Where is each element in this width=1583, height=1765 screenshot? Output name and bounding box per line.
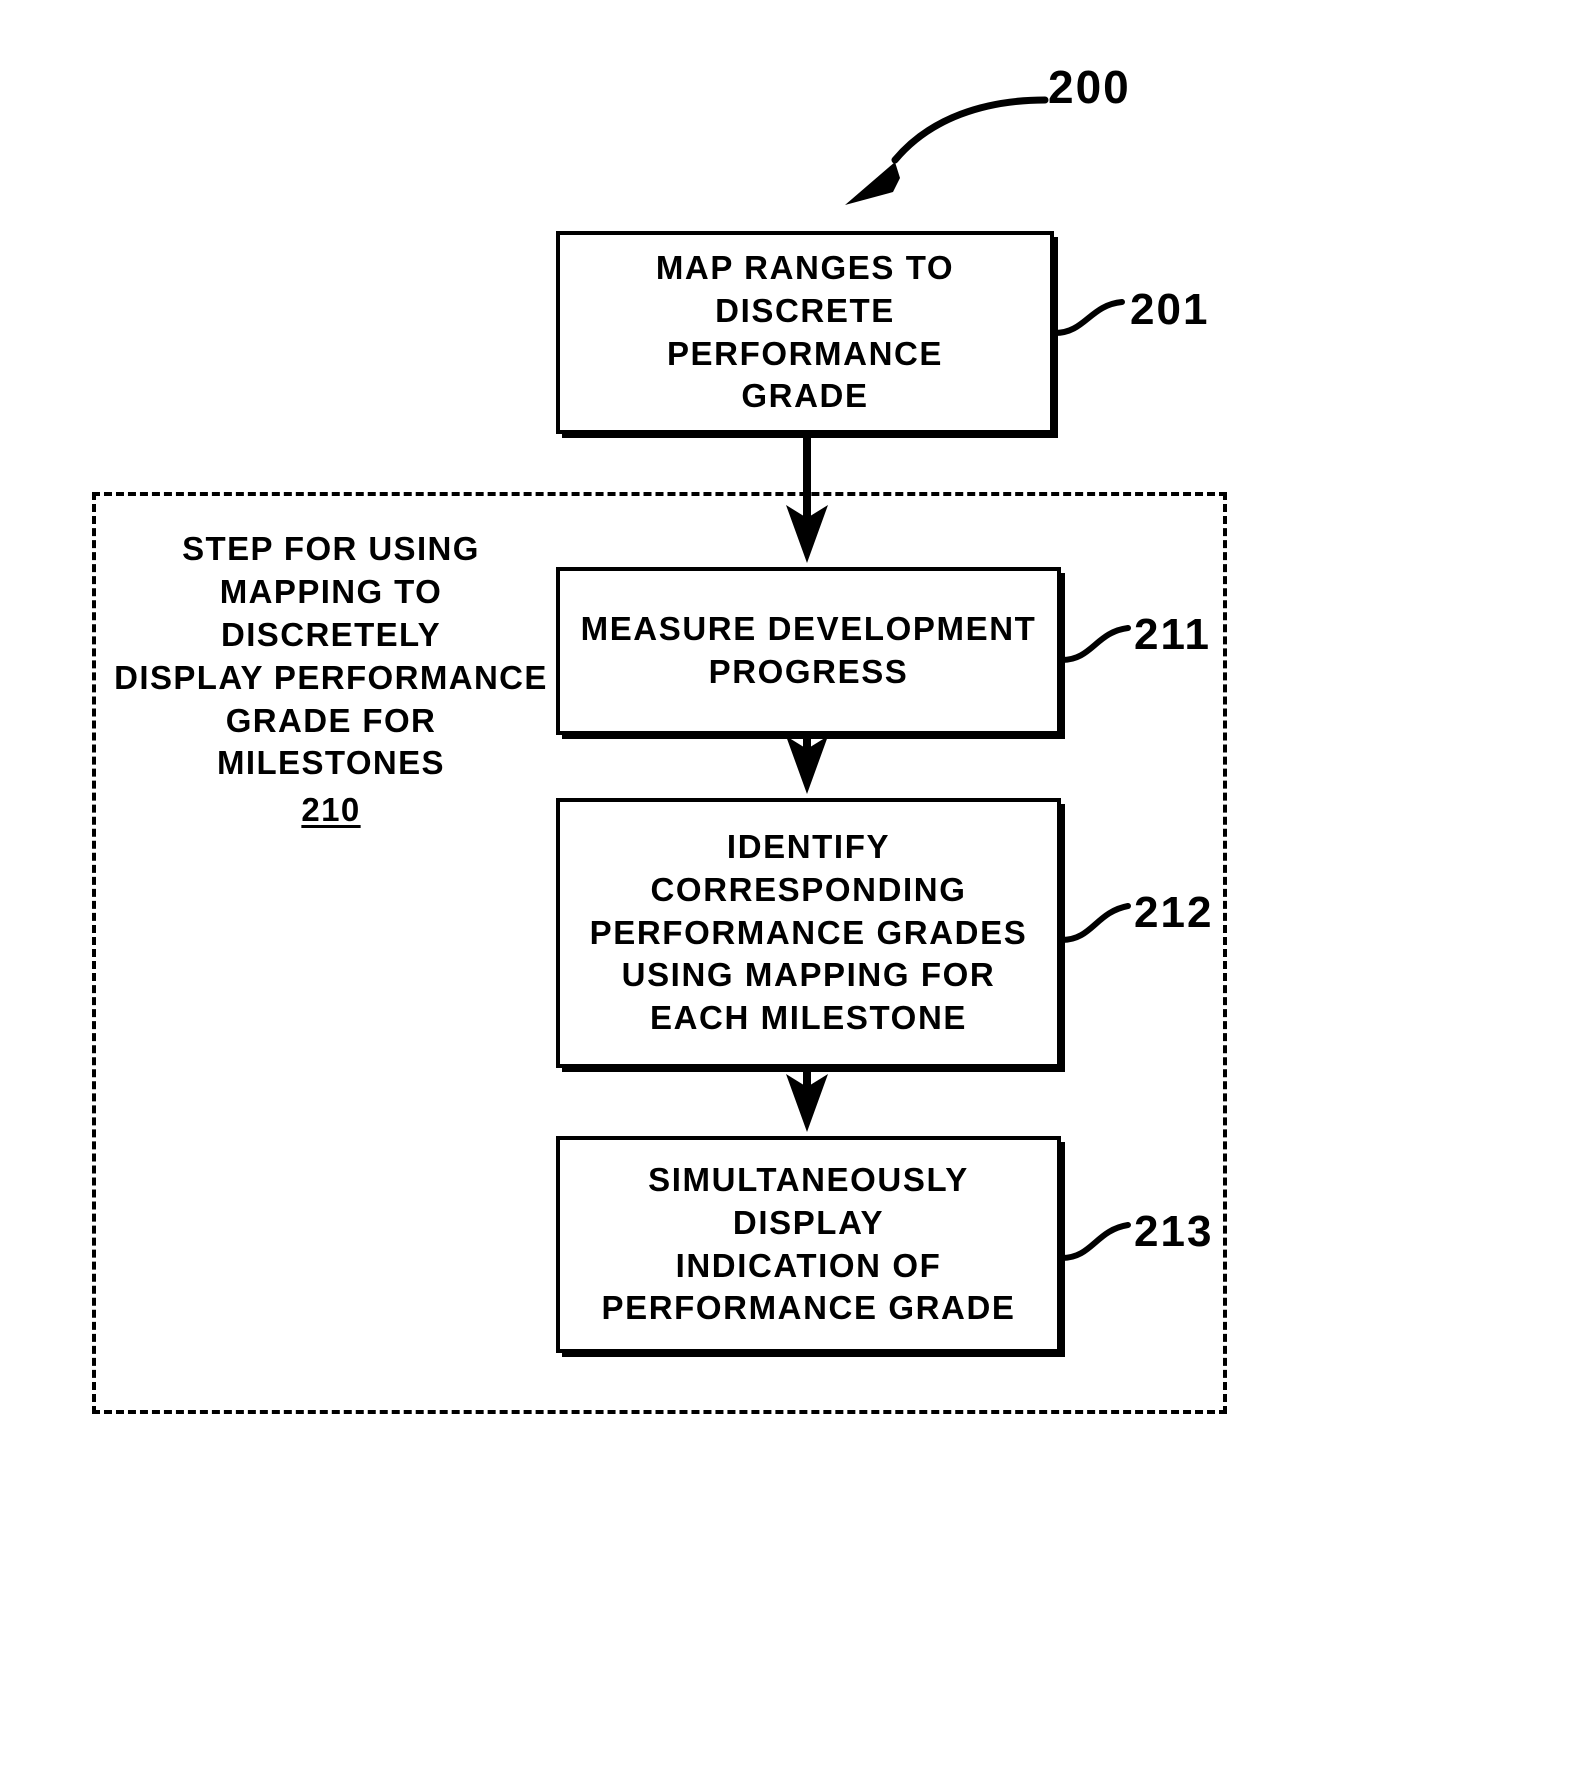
step-group-label: STEP FOR USING MAPPING TO DISCRETELY DIS… bbox=[110, 528, 552, 832]
process-box-201-label: MAP RANGES TO DISCRETE PERFORMANCE GRADE bbox=[655, 248, 955, 415]
ref-leader-201-icon bbox=[1052, 299, 1125, 336]
figure-canvas: 200 STEP FOR USING MAPPING TO DISCRETELY… bbox=[0, 0, 1583, 1765]
process-box-201[interactable]: MAP RANGES TO DISCRETE PERFORMANCE GRADE bbox=[556, 231, 1054, 434]
figure-leader-arrow-icon bbox=[845, 96, 1049, 205]
process-box-211[interactable]: MEASURE DEVELOPMENT PROGRESS bbox=[556, 567, 1061, 735]
reference-number-211: 211 bbox=[1134, 610, 1211, 659]
process-box-212[interactable]: IDENTIFY CORRESPONDING PERFORMANCE GRADE… bbox=[556, 798, 1061, 1068]
reference-number-212: 212 bbox=[1134, 888, 1214, 937]
process-box-211-label: MEASURE DEVELOPMENT PROGRESS bbox=[580, 610, 1037, 690]
step-group-label-text: STEP FOR USING MAPPING TO DISCRETELY DIS… bbox=[114, 530, 548, 782]
figure-number: 200 bbox=[1048, 61, 1131, 113]
process-box-213[interactable]: SIMULTANEOUSLY DISPLAY INDICATION OF PER… bbox=[556, 1136, 1061, 1353]
process-box-212-label: IDENTIFY CORRESPONDING PERFORMANCE GRADE… bbox=[589, 827, 1028, 1037]
reference-number-201: 201 bbox=[1130, 285, 1210, 334]
reference-number-213: 213 bbox=[1134, 1207, 1214, 1256]
step-group-reference-number: 210 bbox=[301, 791, 361, 829]
process-box-213-label: SIMULTANEOUSLY DISPLAY INDICATION OF PER… bbox=[601, 1160, 1016, 1327]
